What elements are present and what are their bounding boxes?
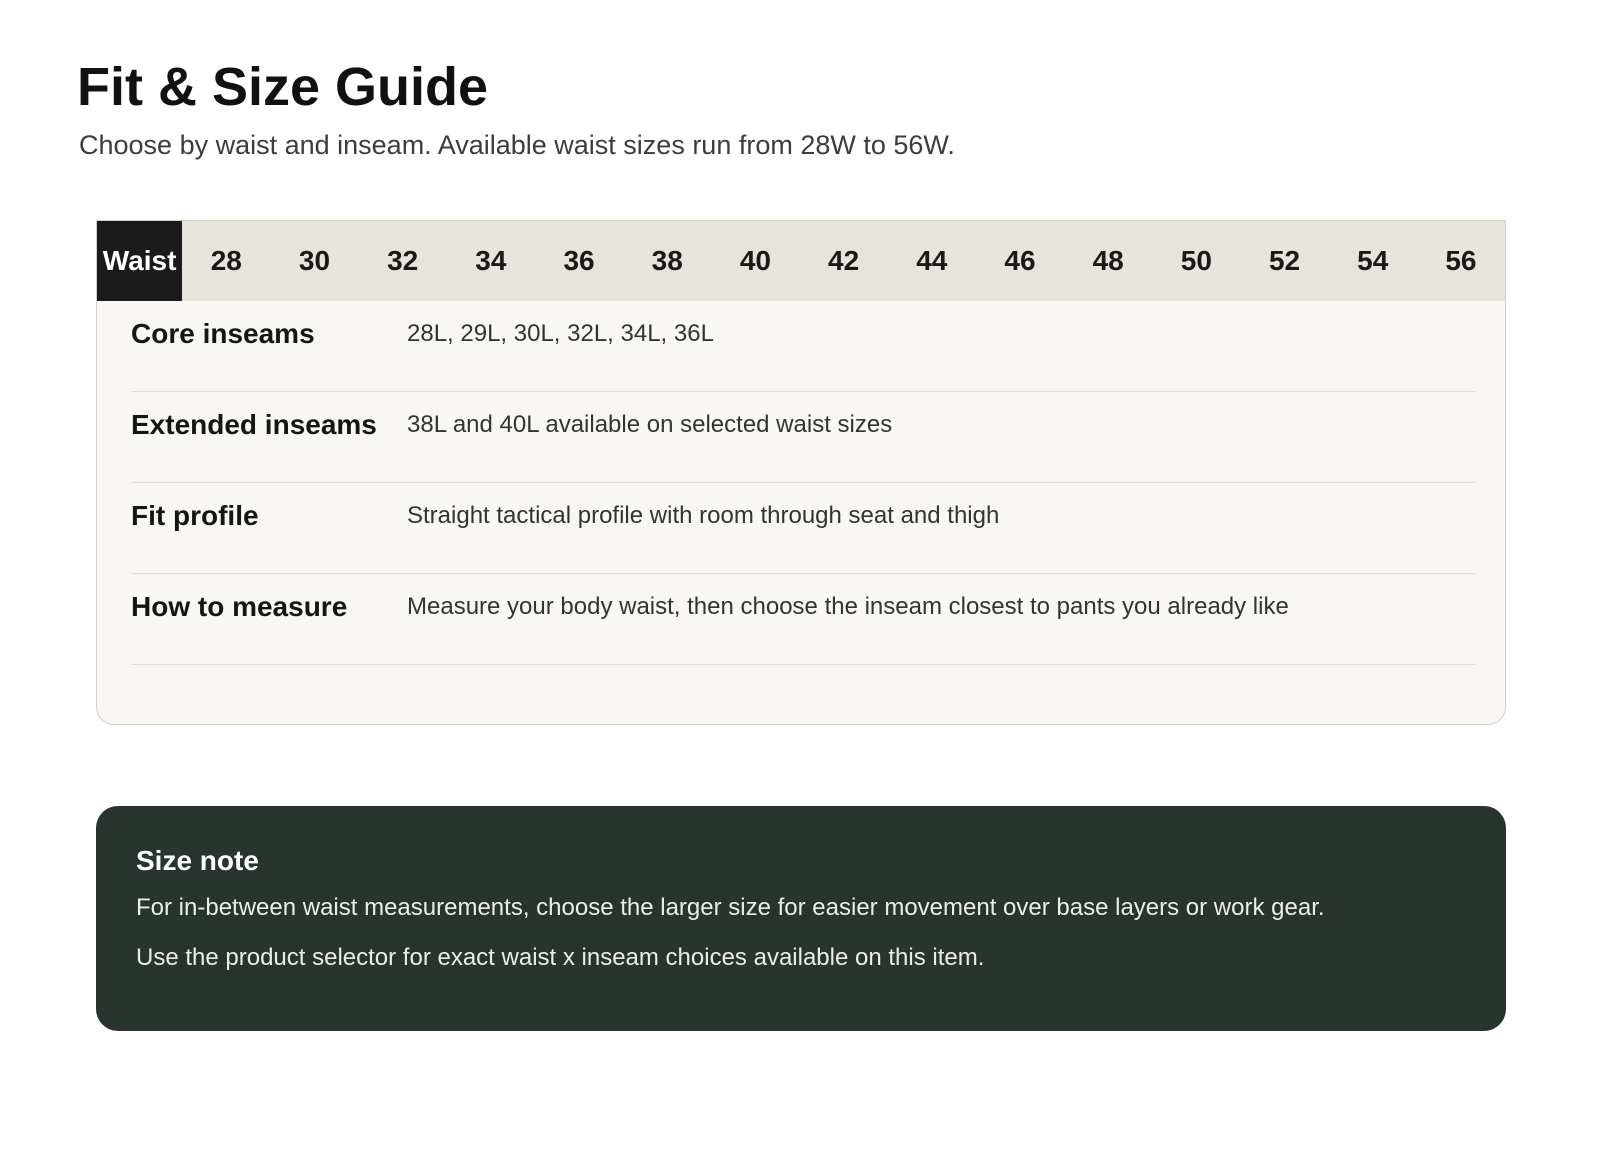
spec-value: Straight tactical profile with room thro… — [407, 502, 1000, 529]
waist-size-56: 56 — [1445, 245, 1477, 276]
waist-size-28: 28 — [210, 245, 242, 276]
page-title: Fit & Size Guide — [77, 57, 489, 117]
waist-size-30: 30 — [298, 245, 331, 276]
waist-size-36: 36 — [563, 245, 595, 276]
waist-size-34: 34 — [475, 245, 507, 276]
spec-value: Measure your body waist, then choose the… — [407, 593, 1289, 620]
size-table: Waist 28 30 32 34 36 38 40 42 44 46 48 5… — [96, 220, 1506, 725]
spec-value: 28L, 29L, 30L, 32L, 34L, 36L — [407, 320, 714, 347]
waist-size-54: 54 — [1357, 245, 1389, 276]
page-subtitle: Choose by waist and inseam. Available wa… — [79, 130, 955, 160]
spec-row-how-to-measure: How to measure Measure your body waist, … — [131, 574, 1475, 665]
spec-rows: Core inseams 28L, 29L, 30L, 32L, 34L, 36… — [131, 301, 1475, 665]
spec-label: Extended inseams — [131, 409, 377, 440]
spec-row-extended-inseams: Extended inseams 38L and 40L available o… — [131, 392, 1475, 483]
waist-size-44: 44 — [916, 245, 948, 276]
waist-size-32: 32 — [387, 245, 419, 276]
waist-size-list: 28 30 32 34 36 38 40 42 44 46 48 50 52 5… — [182, 221, 1505, 301]
spec-label: Core inseams — [131, 318, 315, 349]
waist-size-52: 52 — [1268, 245, 1301, 276]
size-note-line: Use the product selector for exact waist… — [136, 944, 985, 971]
waist-size-42: 42 — [828, 245, 860, 276]
waist-size-48: 48 — [1092, 245, 1124, 276]
spec-label: Fit profile — [131, 500, 259, 531]
spec-value: 38L and 40L available on selected waist … — [407, 411, 893, 438]
spec-label: How to measure — [131, 591, 348, 622]
size-note-panel: Size note For in-between waist measureme… — [96, 806, 1506, 1031]
spec-row-core-inseams: Core inseams 28L, 29L, 30L, 32L, 34L, 36… — [131, 301, 1475, 392]
waist-size-50: 50 — [1180, 245, 1212, 276]
waist-label: Waist — [97, 221, 183, 301]
size-note-title: Size note — [136, 845, 259, 876]
waist-size-40: 40 — [739, 245, 771, 276]
waist-header-row: Waist 28 30 32 34 36 38 40 42 44 46 48 5… — [97, 221, 1505, 301]
size-note-line: For in-between waist measurements, choos… — [136, 894, 1325, 921]
spec-row-fit-profile: Fit profile Straight tactical profile wi… — [131, 483, 1475, 574]
waist-size-46: 46 — [1004, 245, 1036, 276]
waist-size-38: 38 — [651, 245, 683, 276]
